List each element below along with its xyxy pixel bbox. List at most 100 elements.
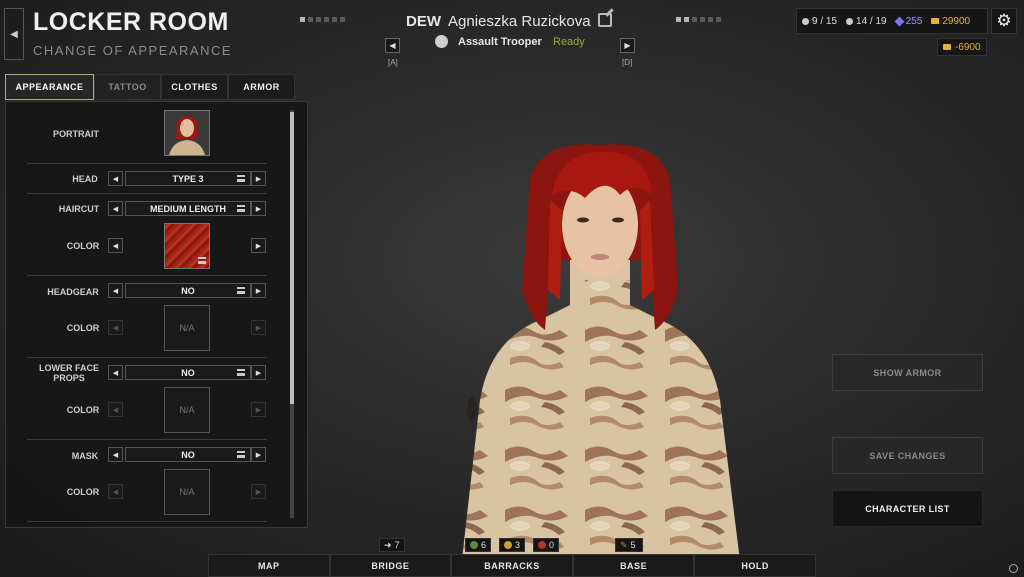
green-count: 6	[481, 540, 487, 550]
arrivals-counter: ➜ 7	[379, 538, 405, 552]
portrait-image	[165, 111, 209, 155]
save-changes-button[interactable]: SAVE CHANGES	[832, 437, 983, 474]
category-tabs: APPEARANCE TATTOO CLOTHES ARMOR	[5, 74, 295, 100]
right-pager-indicator	[676, 17, 721, 22]
row-divider	[27, 521, 267, 522]
hair-color-swatch[interactable]	[164, 223, 210, 269]
scrollbar-thumb[interactable]	[290, 112, 294, 404]
lower-face-selector[interactable]: NO	[125, 365, 251, 380]
headgear-color-swatch: N/A	[164, 305, 210, 351]
bottom-navigation: MAP BRIDGE BARRACKS BASE HOLD	[208, 554, 816, 577]
row-divider	[27, 357, 267, 358]
headgear-selector[interactable]: NO	[125, 283, 251, 298]
arrivals-count: 7	[394, 540, 400, 550]
portrait-label: PORTRAIT	[53, 129, 99, 139]
mask-color-swatch: N/A	[164, 469, 210, 515]
prev-character-button[interactable]: ◀	[385, 38, 400, 53]
tools-counter: ✎ 5	[615, 538, 643, 552]
mask-selector[interactable]: NO	[125, 447, 251, 462]
lower-face-color-next-button[interactable]: ▶	[251, 402, 266, 417]
intel-count: 255	[905, 15, 923, 27]
page-subtitle: CHANGE OF APPEARANCE	[33, 43, 233, 58]
headgear-color-prev-button[interactable]: ◀	[108, 320, 123, 335]
tab-clothes[interactable]: CLOTHES	[161, 74, 228, 100]
class-icon	[435, 35, 448, 48]
portrait-thumbnail[interactable]	[164, 110, 210, 156]
row-divider	[27, 163, 267, 164]
lower-face-color-prev-button[interactable]: ◀	[108, 402, 123, 417]
show-armor-button[interactable]: SHOW ARMOR	[832, 354, 983, 391]
red-status-icon	[538, 541, 546, 549]
cost-value: -6900	[955, 41, 981, 53]
intel-resource: 255	[894, 15, 923, 27]
character-model	[460, 144, 742, 577]
arrow-right-icon: ➜	[384, 539, 392, 550]
headgear-next-button[interactable]: ▶	[251, 283, 266, 298]
row-divider	[27, 193, 267, 194]
edit-name-icon[interactable]	[598, 13, 612, 27]
settings-gear-icon[interactable]: ⚙	[991, 8, 1017, 34]
nav-map[interactable]: MAP	[208, 554, 330, 577]
head-prev-button[interactable]: ◀	[108, 171, 123, 186]
headgear-prev-button[interactable]: ◀	[108, 283, 123, 298]
hair-color-next-button[interactable]: ▶	[251, 238, 266, 253]
green-counter: 6	[465, 538, 492, 552]
person-icon	[846, 17, 854, 25]
haircut-selector[interactable]: MEDIUM LENGTH	[125, 201, 251, 216]
haircut-prev-button[interactable]: ◀	[108, 201, 123, 216]
green-status-icon	[470, 541, 478, 549]
head-value: TYPE 3	[172, 173, 204, 184]
nav-hold[interactable]: HOLD	[694, 554, 816, 577]
back-button[interactable]: ◀	[4, 8, 24, 60]
nav-barracks[interactable]: BARRACKS	[451, 554, 573, 577]
lower-face-color-swatch: N/A	[164, 387, 210, 433]
status-text: Ready	[553, 36, 585, 48]
soldier-icon	[802, 17, 809, 25]
next-character-button[interactable]: ▶	[620, 38, 635, 53]
credits-icon	[943, 44, 951, 50]
cost-indicator: -6900	[937, 38, 987, 56]
intel-icon	[894, 16, 905, 26]
mask-value: NO	[181, 449, 195, 460]
nav-bridge[interactable]: BRIDGE	[329, 554, 452, 577]
personnel-count: 14 / 19	[856, 15, 887, 27]
lower-face-value: NO	[181, 367, 195, 378]
head-next-button[interactable]: ▶	[251, 171, 266, 186]
list-icon	[237, 287, 245, 294]
character-list-button[interactable]: CHARACTER LIST	[832, 490, 983, 527]
class-name: Assault Trooper	[458, 36, 542, 48]
list-icon	[237, 205, 245, 212]
headgear-color-next-button[interactable]: ▶	[251, 320, 266, 335]
list-icon	[237, 175, 245, 182]
wrench-icon: ✎	[620, 539, 628, 550]
page-title: LOCKER ROOM	[33, 8, 229, 36]
lower-face-prev-button[interactable]: ◀	[108, 365, 123, 380]
loading-icon	[1009, 564, 1018, 573]
hair-color-prev-button[interactable]: ◀	[108, 238, 123, 253]
tab-armor[interactable]: ARMOR	[228, 74, 295, 100]
haircut-next-button[interactable]: ▶	[251, 201, 266, 216]
nav-base[interactable]: BASE	[572, 554, 695, 577]
mask-color-prev-button[interactable]: ◀	[108, 484, 123, 499]
mask-next-button[interactable]: ▶	[251, 447, 266, 462]
headgear-label: HEADGEAR	[47, 287, 99, 297]
list-icon	[198, 257, 206, 264]
row-divider	[27, 439, 267, 440]
red-count: 0	[549, 540, 555, 550]
personnel-resource: 14 / 19	[846, 16, 887, 27]
yellow-counter: 3	[499, 538, 526, 552]
credits-count: 29900	[942, 15, 971, 27]
yellow-count: 3	[515, 540, 521, 550]
tab-tattoo[interactable]: TATTOO	[94, 74, 161, 100]
list-icon	[237, 369, 245, 376]
list-icon	[237, 451, 245, 458]
mask-color-next-button[interactable]: ▶	[251, 484, 266, 499]
head-selector[interactable]: TYPE 3	[125, 171, 251, 186]
lower-face-next-button[interactable]: ▶	[251, 365, 266, 380]
mask-prev-button[interactable]: ◀	[108, 447, 123, 462]
prev-key-hint: [A]	[388, 58, 398, 67]
haircut-label: HAIRCUT	[58, 204, 100, 214]
character-name: Agnieszka Ruzickova	[448, 13, 591, 30]
tab-appearance[interactable]: APPEARANCE	[5, 74, 94, 100]
soldiers-count: 9 / 15	[812, 15, 838, 27]
